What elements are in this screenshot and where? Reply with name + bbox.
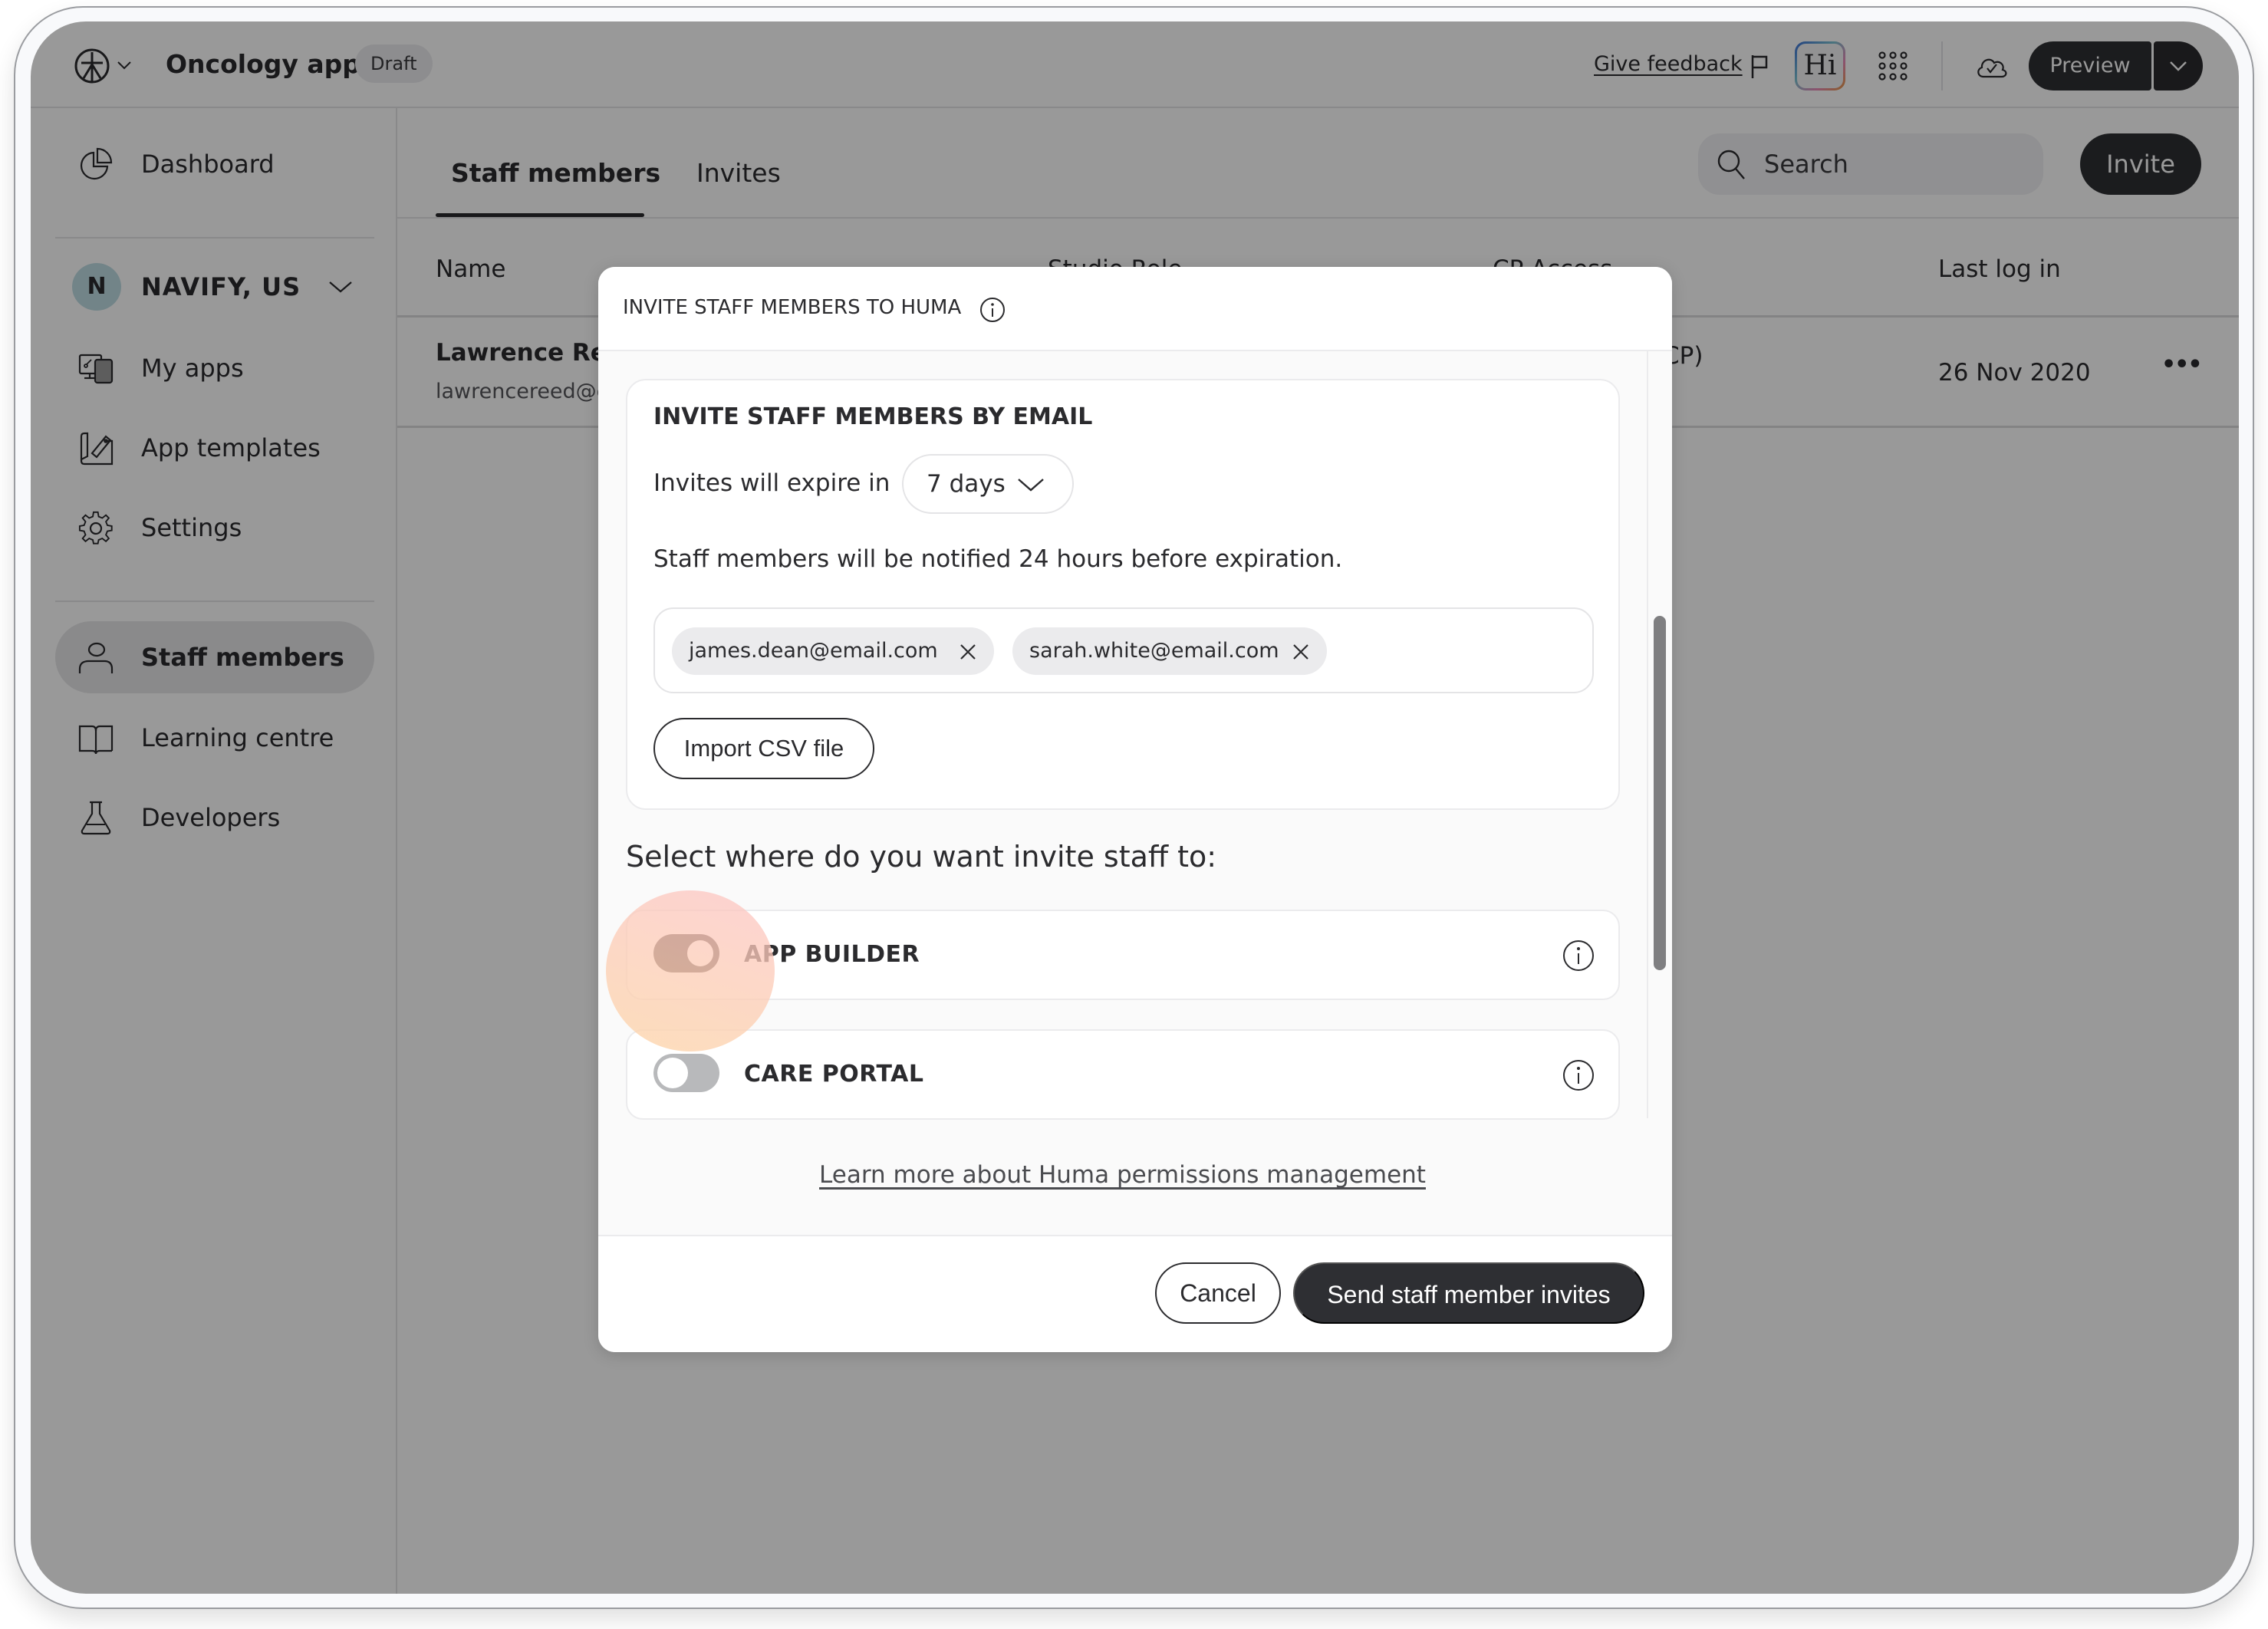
- permission-card-app-builder: APP BUILDER: [626, 910, 1620, 1000]
- import-csv-button[interactable]: Import CSV file: [653, 718, 874, 779]
- remove-email-icon[interactable]: [1292, 643, 1310, 661]
- cancel-button[interactable]: Cancel: [1155, 1262, 1281, 1324]
- expiry-notice: Staff members will be notified 24 hours …: [653, 545, 1343, 573]
- modal-scrollbar[interactable]: [1654, 616, 1666, 970]
- email-chip: james.dean@email.com: [672, 627, 994, 675]
- permission-card-care-portal: CARE PORTAL: [626, 1029, 1620, 1120]
- email-chip-text: sarah.white@email.com: [1029, 639, 1279, 663]
- toggle-knob: [685, 938, 716, 969]
- care-portal-toggle[interactable]: [653, 1054, 719, 1092]
- email-input[interactable]: james.dean@email.com sarah.white@email.co…: [653, 607, 1594, 693]
- invite-staff-modal: INVITE STAFF MEMBERS TO HUMA INVITE STAF…: [598, 267, 1672, 1352]
- learn-more-link[interactable]: Learn more about Huma permissions manage…: [598, 1161, 1647, 1189]
- info-icon[interactable]: [979, 296, 1006, 324]
- email-invite-section: INVITE STAFF MEMBERS BY EMAIL Invites wi…: [626, 379, 1620, 810]
- send-invites-button[interactable]: Send staff member invites: [1293, 1262, 1644, 1324]
- app-window: Oncology app Draft Give feedback Hi Prev…: [31, 21, 2239, 1594]
- permission-label: APP BUILDER: [744, 941, 920, 968]
- section-title: INVITE STAFF MEMBERS BY EMAIL: [653, 403, 1093, 430]
- email-chip-text: james.dean@email.com: [689, 639, 938, 663]
- remove-email-icon[interactable]: [959, 643, 977, 661]
- modal-title: INVITE STAFF MEMBERS TO HUMA: [623, 296, 962, 319]
- info-icon[interactable]: [1562, 939, 1595, 972]
- scroll-track: [1647, 351, 1648, 1118]
- app-builder-toggle[interactable]: [653, 934, 719, 972]
- toggle-knob: [657, 1058, 688, 1088]
- info-icon[interactable]: [1562, 1058, 1595, 1092]
- email-chip: sarah.white@email.com: [1012, 627, 1327, 675]
- expiry-dropdown[interactable]: 7 days: [902, 454, 1074, 514]
- modal-footer: Cancel Send staff member invites: [598, 1235, 1672, 1352]
- modal-header: INVITE STAFF MEMBERS TO HUMA: [598, 267, 1672, 351]
- expiry-value: 7 days: [927, 470, 1006, 498]
- expire-label: Invites will expire in: [653, 469, 890, 497]
- permission-label: CARE PORTAL: [744, 1061, 924, 1088]
- chevron-down-icon: [1018, 479, 1044, 492]
- destination-heading: Select where do you want invite staff to…: [626, 840, 1217, 874]
